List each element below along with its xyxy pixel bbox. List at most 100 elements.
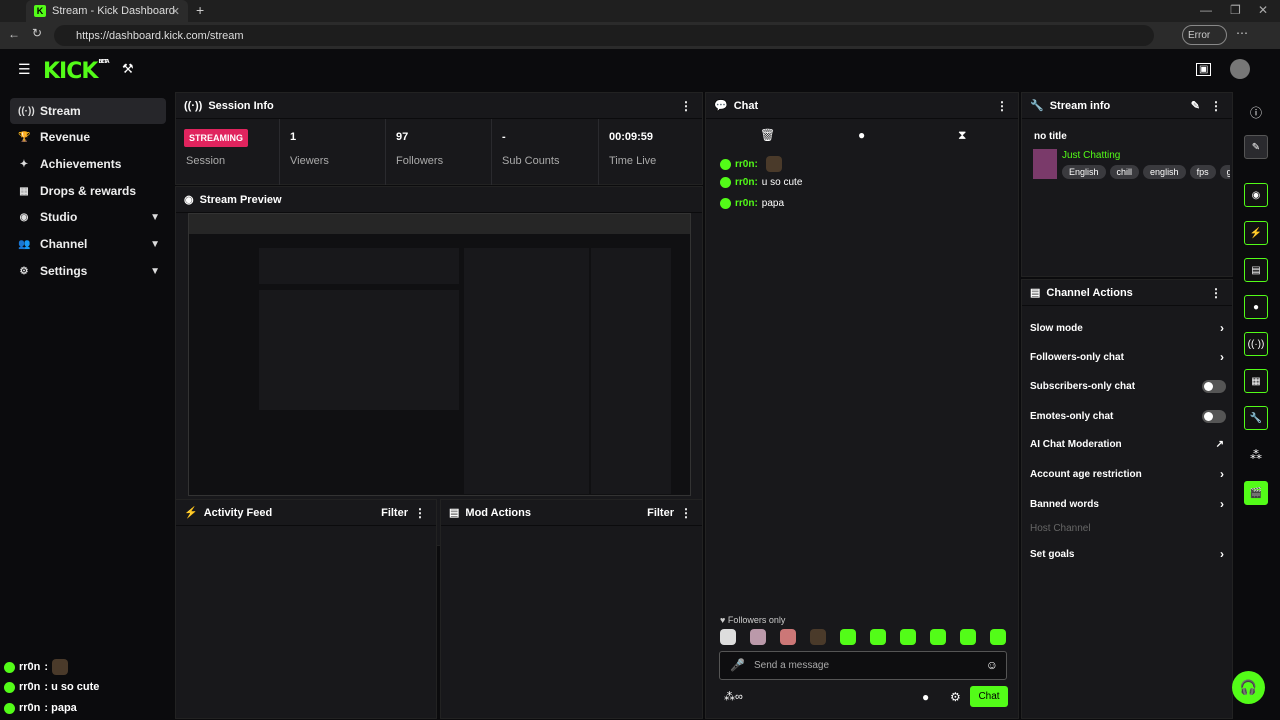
sidebar-item-stream[interactable]: ((·)) Stream (10, 98, 166, 124)
sidebar-item-achievements[interactable]: ✦ Achievements (10, 151, 166, 177)
emote-icon[interactable] (930, 629, 946, 645)
panel-title: Channel Actions (1046, 286, 1133, 299)
microphone-icon[interactable]: 🎤 (730, 658, 745, 672)
emote-icon[interactable] (720, 629, 736, 645)
back-icon[interactable]: ← (8, 27, 20, 41)
followers-only-label: Followers only (727, 615, 786, 625)
rail-wrench-button[interactable]: 🔧 (1244, 406, 1268, 430)
rail-bolt-button[interactable]: ⚡ (1244, 221, 1268, 245)
tag[interactable]: English (1062, 165, 1106, 179)
gear-icon[interactable]: ⚙ (950, 690, 961, 704)
filter-button[interactable]: Filter (647, 507, 674, 519)
emote-icon[interactable] (870, 629, 886, 645)
tag[interactable]: chill (1109, 165, 1140, 179)
chevron-down-icon: ▼ (150, 265, 160, 277)
stat-label: Followers (396, 155, 444, 167)
trash-icon[interactable]: 🗑 (760, 128, 775, 142)
hourglass-icon[interactable]: ⧗ (958, 128, 966, 143)
sidebar-item-drops[interactable]: ▦ Drops & rewards (10, 178, 166, 204)
broadcast-icon: ((·)) (184, 99, 203, 112)
reload-icon[interactable]: ↻ (32, 26, 42, 40)
close-window-icon[interactable]: ✕ (1258, 3, 1268, 17)
action-label: Set goals (1030, 548, 1075, 560)
emote-icon[interactable] (960, 629, 976, 645)
more-options-icon[interactable]: ⋮ (680, 506, 692, 520)
action-slow-mode[interactable]: Slow mode › (1030, 316, 1232, 340)
emote-icon[interactable] (810, 629, 826, 645)
stat-subs: - Sub Counts (492, 119, 599, 185)
action-label: Host Channel (1030, 522, 1091, 534)
more-menu-icon[interactable]: ⋯ (1236, 26, 1248, 40)
document-icon: ▤ (1030, 287, 1041, 299)
tag[interactable]: english (1143, 165, 1186, 179)
tag[interactable]: ga (1219, 165, 1230, 179)
action-ai-moderation[interactable]: AI Chat Moderation ↗ (1030, 432, 1232, 456)
hammer-icon[interactable]: ⚒ (122, 61, 134, 77)
edit-pencil-icon[interactable]: ✎ (1191, 99, 1200, 112)
emote-icon[interactable] (900, 629, 916, 645)
kick-logo[interactable]: KICKBETA (43, 59, 110, 84)
emoji-picker-icon[interactable]: ☺ (986, 658, 998, 672)
close-tab-icon[interactable]: ✕ (171, 5, 180, 18)
points-icon[interactable]: ⁂∞ (724, 690, 743, 703)
rail-chat-button[interactable]: ● (1244, 295, 1268, 319)
new-tab-icon[interactable]: + (196, 2, 204, 18)
info-icon[interactable]: ⓘ (1250, 104, 1262, 121)
rail-clapper-button[interactable]: 🎬 (1244, 481, 1268, 505)
panel-header: ▤ Channel Actions ⋮ (1022, 280, 1232, 306)
maximize-icon[interactable]: ❐ (1230, 3, 1241, 17)
emote-icon[interactable] (780, 629, 796, 645)
emote-icon[interactable] (840, 629, 856, 645)
rail-document-button[interactable]: ▤ (1244, 258, 1268, 282)
sidebar-item-settings[interactable]: ⚙ Settings ▼ (10, 258, 166, 284)
chat-user[interactable]: rr0n: (735, 177, 758, 188)
more-options-icon[interactable]: ⋮ (414, 506, 426, 520)
rail-layout-button[interactable]: ▦ (1244, 369, 1268, 393)
chat-settings-bubble-icon[interactable]: ● (922, 690, 929, 704)
sidebar-item-channel[interactable]: 👥 Channel ▼ (10, 231, 166, 257)
stat-label: Time Live (609, 155, 657, 167)
preview-video[interactable] (188, 213, 691, 496)
camera-icon: ◉ (19, 211, 29, 223)
tag[interactable]: fps (1189, 165, 1216, 179)
send-chat-button[interactable]: Chat (970, 686, 1008, 707)
rail-camera-button[interactable]: ◉ (1244, 183, 1268, 207)
hamburger-menu-icon[interactable]: ☰ (18, 61, 31, 78)
more-options-icon[interactable]: ⋮ (680, 99, 692, 113)
sidebar-item-studio[interactable]: ◉ Studio ▼ (10, 204, 166, 230)
pencil-icon: ✎ (1251, 141, 1261, 153)
browser-tab[interactable]: K Stream - Kick Dashboard ✕ (26, 0, 188, 22)
obs-icon[interactable]: ▣ (1196, 63, 1212, 76)
action-followers-only[interactable]: Followers-only chat › (1030, 345, 1232, 369)
emote-icon[interactable] (990, 629, 1006, 645)
chat-user[interactable]: rr0n: (735, 198, 758, 209)
subscribers-only-toggle[interactable] (1202, 379, 1226, 393)
action-emotes-only: Emotes-only chat (1030, 404, 1232, 428)
support-button[interactable]: 🎧 (1232, 671, 1265, 704)
chat-input[interactable]: 🎤 Send a message ☺ (719, 651, 1007, 680)
action-set-goals[interactable]: Set goals › (1030, 542, 1232, 566)
filter-button[interactable]: Filter (381, 507, 408, 519)
action-account-age[interactable]: Account age restriction › (1030, 462, 1232, 486)
more-options-icon[interactable]: ⋮ (1210, 286, 1222, 300)
url-field[interactable]: https://dashboard.kick.com/stream (54, 25, 1154, 46)
emotes-only-toggle[interactable] (1202, 409, 1226, 423)
rail-broadcast-button[interactable]: ((·)) (1244, 332, 1268, 356)
rail-edit-button[interactable]: ✎ (1244, 135, 1268, 159)
category-link[interactable]: Just Chatting (1062, 150, 1120, 161)
avatar[interactable] (1230, 59, 1250, 79)
panel-header: ▤ Mod Actions Filter ⋮ (441, 500, 702, 526)
profile-error-button[interactable]: Error (1182, 25, 1227, 45)
action-banned-words[interactable]: Banned words › (1030, 492, 1232, 516)
more-options-icon[interactable]: ⋮ (1210, 99, 1222, 113)
panel-header: ◉ Stream Preview (176, 187, 702, 213)
sidebar-item-revenue[interactable]: 🏆 Revenue (10, 124, 166, 150)
more-options-icon[interactable]: ⋮ (996, 99, 1008, 113)
chat-user[interactable]: rr0n: (735, 159, 758, 170)
minimize-icon[interactable]: — (1200, 3, 1212, 17)
dots-cluster-icon[interactable]: ⁂ (1250, 448, 1262, 462)
chat-bubble-icon[interactable]: ● (858, 128, 865, 142)
emote-icon[interactable] (750, 629, 766, 645)
category-thumbnail[interactable] (1033, 149, 1057, 179)
chat-message: rr0n: u so cute (720, 177, 802, 188)
